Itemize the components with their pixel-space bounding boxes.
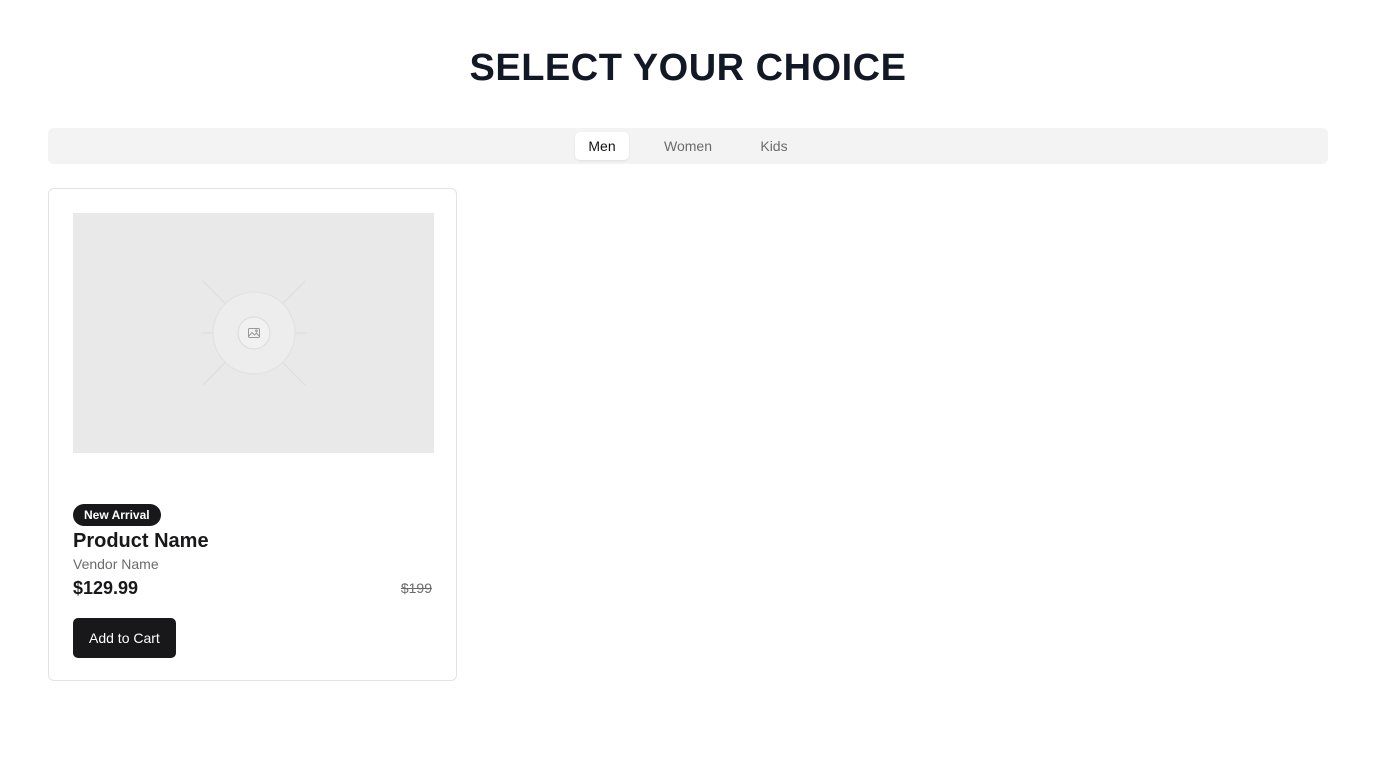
vendor-name: Vendor Name (73, 556, 159, 572)
add-to-cart-button[interactable]: Add to Cart (73, 618, 176, 658)
tab-women[interactable]: Women (651, 132, 725, 160)
product-name[interactable]: Product Name (73, 528, 209, 554)
new-arrival-badge: New Arrival (73, 504, 161, 526)
tab-kids[interactable]: Kids (747, 132, 801, 160)
original-price: $199 (400, 580, 432, 596)
product-price: $129.99 (73, 578, 139, 598)
tab-men[interactable]: Men (575, 132, 629, 160)
category-tab-bar: Men Women Kids (48, 128, 1328, 164)
page: SELECT YOUR CHOICE Men Women Kids New Ar… (0, 0, 1376, 768)
page-title: SELECT YOUR CHOICE (469, 47, 907, 89)
product-card: New Arrival Product Name Vendor Name $12… (48, 188, 457, 681)
product-image-placeholder[interactable] (73, 213, 434, 453)
image-placeholder-icon (201, 280, 307, 386)
